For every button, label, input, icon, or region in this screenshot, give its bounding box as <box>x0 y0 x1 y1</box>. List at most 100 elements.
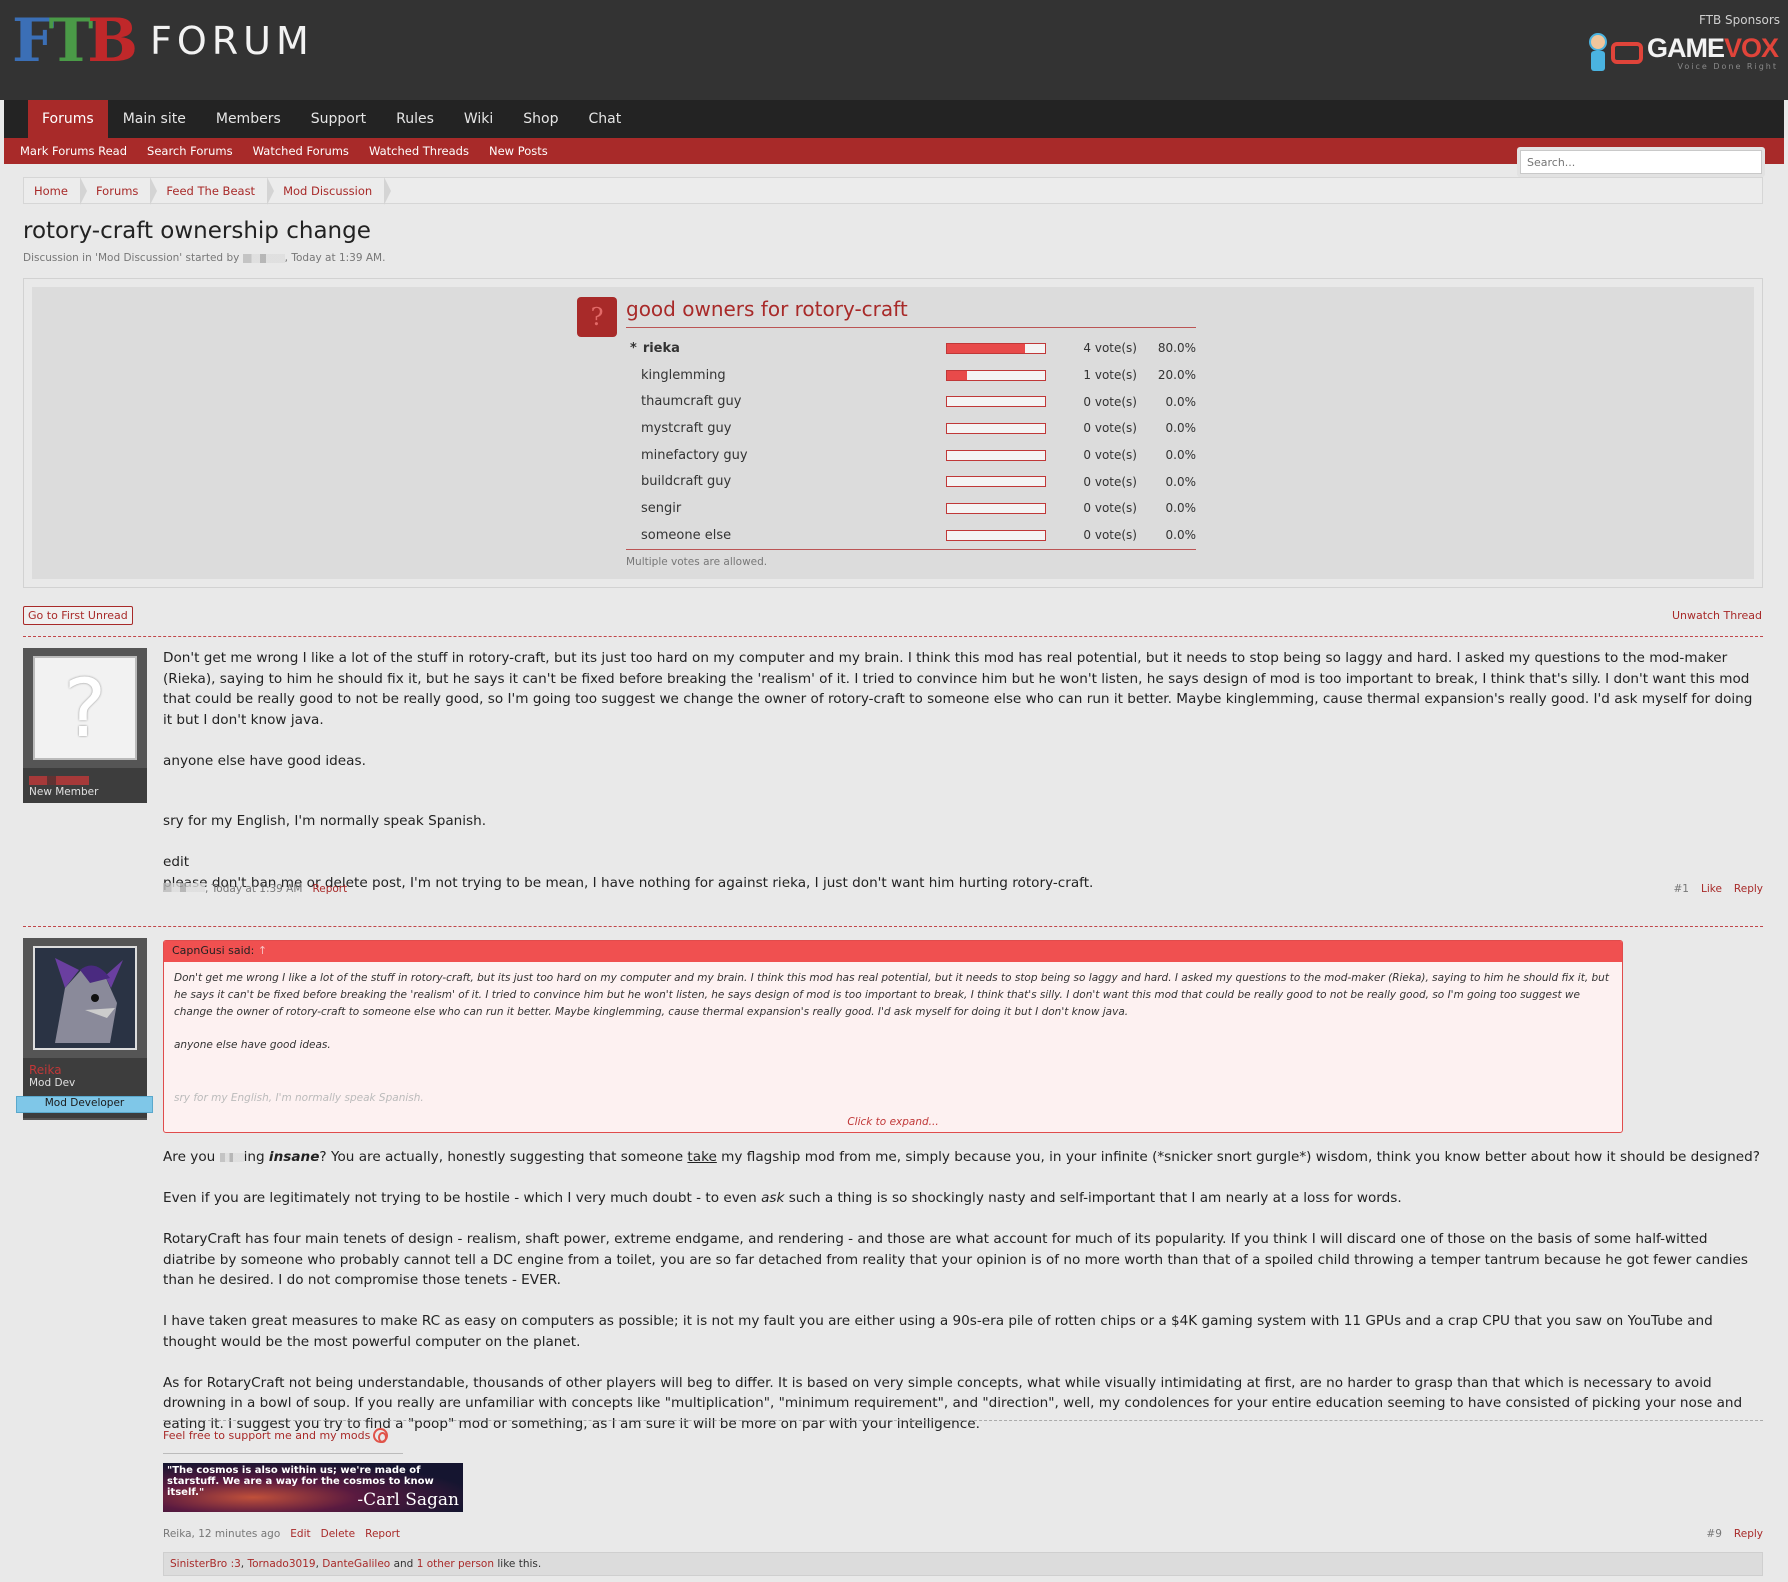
post2-user-title: Mod Dev <box>29 1077 76 1089</box>
poll-option-row: thaumcraft guy 0 vote(s) 0.0% <box>626 388 1196 415</box>
reply-link[interactable]: Reply <box>1734 883 1763 895</box>
poll-option-label: thaumcraft guy <box>641 394 742 410</box>
signature-author: -Carl Sagan <box>357 1490 459 1510</box>
poll-percentage: 0.0% <box>1165 528 1197 543</box>
poll-result-bar <box>946 422 1046 434</box>
poll-option-row: * rieka 4 vote(s) 80.0% <box>626 335 1196 362</box>
poll-option-label: someone else <box>641 527 732 543</box>
poll-result-bar <box>946 396 1046 408</box>
go-to-first-unread-button[interactable]: Go to First Unread <box>23 606 133 625</box>
crumb-home[interactable]: Home <box>34 176 87 205</box>
crumb-feed-the-beast[interactable]: Feed The Beast <box>166 176 274 205</box>
thread-meta-prefix: Discussion in 'Mod Discussion' started b… <box>23 252 240 264</box>
post-number[interactable]: #9 <box>1706 1528 1721 1540</box>
signature-link-text: Feel free to support me and my mods <box>163 1429 371 1442</box>
tab-main-site[interactable]: Main site <box>108 100 201 138</box>
thread-meta-suffix: , Today at 1:39 AM. <box>284 252 386 264</box>
poll-result-bar <box>946 449 1046 461</box>
poll-vote-count: 4 vote(s) <box>1083 341 1137 356</box>
liker-link[interactable]: DanteGalileo <box>322 1558 390 1570</box>
report-link[interactable]: Report <box>365 1528 400 1540</box>
poll-option-row: minefactory guy 0 vote(s) 0.0% <box>626 442 1196 469</box>
edit-link[interactable]: Edit <box>290 1528 310 1540</box>
search-forums-link[interactable]: Search Forums <box>147 144 233 158</box>
post-divider <box>23 636 1763 637</box>
poll-result-bar <box>946 529 1046 541</box>
quote-header[interactable]: CapnGusi said: ↑ <box>164 941 1622 962</box>
watched-forums-link[interactable]: Watched Forums <box>253 144 349 158</box>
other-likers-link[interactable]: 1 other person <box>417 1558 494 1570</box>
post1-paragraph: sry for my English, I'm normally speak S… <box>163 813 487 829</box>
chat-bubble-icon <box>1610 42 1643 64</box>
post1-paragraph: anyone else have good ideas. <box>163 752 366 769</box>
reika-avatar-image <box>35 948 135 1048</box>
breadcrumb: Home Forums Feed The Beast Mod Discussio… <box>23 176 1763 205</box>
site-logo[interactable]: FTB FORUM <box>12 6 314 76</box>
delete-link[interactable]: Delete <box>321 1528 356 1540</box>
tab-members[interactable]: Members <box>201 100 296 138</box>
poll-option-label: * rieka <box>630 340 680 356</box>
poll-vote-count: 0 vote(s) <box>1083 474 1137 489</box>
post1-userblock: ? New Member <box>23 648 147 803</box>
tab-shop[interactable]: Shop <box>508 100 573 138</box>
signature-divider <box>163 1420 1763 1421</box>
avatar[interactable] <box>33 946 137 1050</box>
post-divider <box>23 926 1763 927</box>
post2-paragraph: As for RotaryCraft not being understanda… <box>163 1374 1743 1432</box>
poll-option-row: kinglemming 1 vote(s) 20.0% <box>626 362 1196 389</box>
tab-support[interactable]: Support <box>296 100 381 138</box>
crumb-forums[interactable]: Forums <box>96 176 159 205</box>
poll-vote-count: 0 vote(s) <box>1083 528 1137 543</box>
mod-developer-banner: Mod Developer <box>16 1096 153 1113</box>
likes-suffix: like this. <box>497 1558 542 1570</box>
mark-forums-read-link[interactable]: Mark Forums Read <box>20 144 127 158</box>
site-header: FTB FORUM FTB Sponsors GAMEVOX Voice Don… <box>0 0 1788 100</box>
redacted-username <box>242 253 285 263</box>
signature-support-link[interactable]: Feel free to support me and my mods <box>163 1428 389 1443</box>
poll-vote-count: 0 vote(s) <box>1083 394 1137 409</box>
post1-username[interactable] <box>29 773 141 786</box>
poll-results: * rieka 4 vote(s) 80.0% kinglemming 1 vote(s)… <box>626 335 1196 549</box>
poll-percentage: 0.0% <box>1165 394 1197 409</box>
report-link[interactable]: Report <box>312 883 347 895</box>
post2-username[interactable]: Reika <box>29 1063 141 1077</box>
poll-percentage: 80.0% <box>1157 341 1196 356</box>
tab-rules[interactable]: Rules <box>381 100 449 138</box>
censored-word <box>219 1152 244 1162</box>
poll-footer: Multiple votes are allowed. <box>626 549 1196 568</box>
poll-result-fill <box>947 343 1026 353</box>
reply-link[interactable]: Reply <box>1734 1528 1763 1540</box>
quote-author: CapnGusi said: <box>172 944 255 957</box>
sponsor-tagline: Voice Done Right <box>1677 62 1778 71</box>
post2-meta[interactable]: Reika, 12 minutes ago <box>163 1528 280 1540</box>
sponsors-label: FTB Sponsors <box>1698 13 1780 27</box>
avatar[interactable]: ? <box>33 656 137 760</box>
post1-paragraph: Don't get me wrong I like a lot of the s… <box>163 650 1753 728</box>
post2-paragraph: I have taken great measures to make RC a… <box>163 1313 1713 1350</box>
search-input[interactable] <box>1520 150 1762 174</box>
poll-container: ? good owners for rotory-craft * rieka 4 v… <box>23 278 1763 588</box>
post1-footer: , Today at 1:39 AM Report #1 Like Reply <box>163 883 1763 895</box>
sponsor-name-a: GAME <box>1646 33 1725 63</box>
click-to-expand-link[interactable]: Click to expand... <box>164 1116 1622 1128</box>
watched-threads-link[interactable]: Watched Threads <box>369 144 469 158</box>
new-posts-link[interactable]: New Posts <box>489 144 548 158</box>
tab-chat[interactable]: Chat <box>574 100 637 138</box>
poll-option-label: sengir <box>641 500 682 516</box>
unwatch-thread-link[interactable]: Unwatch Thread <box>1672 609 1762 622</box>
tab-wiki[interactable]: Wiki <box>449 100 508 138</box>
quote-arrow-icon[interactable]: ↑ <box>258 944 267 957</box>
crumb-mod-discussion[interactable]: Mod Discussion <box>283 176 392 205</box>
post-number[interactable]: #1 <box>1673 883 1688 895</box>
liker-link[interactable]: SinisterBro :3 <box>170 1558 241 1570</box>
quote-block: CapnGusi said: ↑ Don't get me wrong I li… <box>163 940 1623 1133</box>
poll-option-row: mystcraft guy 0 vote(s) 0.0% <box>626 415 1196 442</box>
signature-divider-small <box>163 1453 403 1454</box>
like-link[interactable]: Like <box>1701 883 1722 895</box>
poll-option-label: mystcraft guy <box>641 420 732 436</box>
sponsor-banner[interactable]: GAMEVOX Voice Done Right <box>1583 30 1779 76</box>
question-icon: ? <box>577 297 617 337</box>
liker-link[interactable]: Tornado3019 <box>247 1558 315 1570</box>
tab-forums[interactable]: Forums <box>28 100 108 138</box>
post1-message: Don't get me wrong I like a lot of the s… <box>163 648 1763 893</box>
